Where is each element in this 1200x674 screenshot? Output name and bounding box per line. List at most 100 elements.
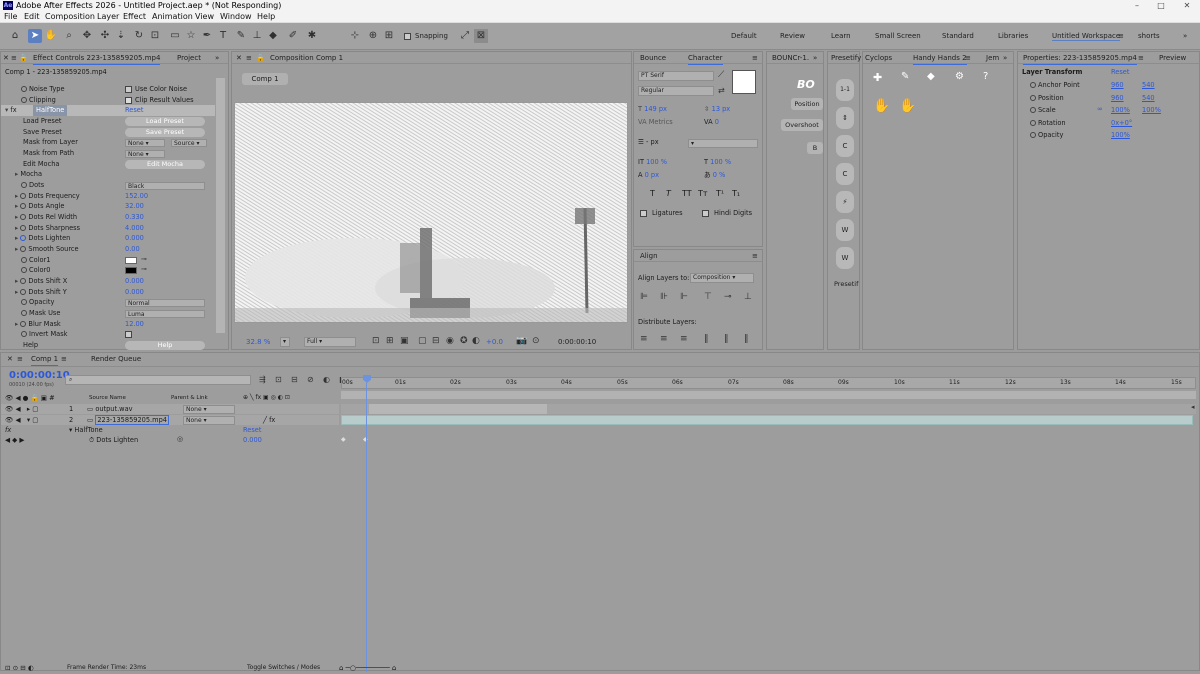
hand-tool-icon[interactable]: ✋ [44, 29, 58, 43]
layer-2-switches[interactable]: 👁 ◀ ▾ ▢ [5, 415, 38, 426]
layer-row-2[interactable] [1, 415, 339, 425]
stroke-mode-select[interactable]: ▾ [688, 139, 758, 148]
timeline-menu-icon[interactable]: ≡ [61, 353, 67, 365]
workspace-standard[interactable]: Standard [942, 32, 974, 40]
small-caps-button[interactable]: Tт [698, 189, 708, 200]
minimize-icon[interactable]: – [1126, 0, 1148, 11]
expression-link-icon[interactable]: ◎ [177, 435, 183, 443]
blur-mask-value[interactable]: 12.00 [125, 319, 144, 330]
use-color-noise-checkbox[interactable] [125, 86, 132, 93]
tab-render-queue[interactable]: Render Queue [91, 353, 141, 365]
tab-properties[interactable]: Properties: 223-135859205.mp4 [1023, 52, 1137, 65]
tab-bouncr[interactable]: BOUNCr-1. [772, 52, 809, 64]
invert-mask-checkbox[interactable] [125, 331, 132, 338]
distribute-bottom-icon[interactable]: ≡ [680, 334, 688, 344]
preset-button-1[interactable]: 1-1 [836, 79, 854, 101]
anchor-x-value[interactable]: 960 [1111, 80, 1124, 91]
menu-layer[interactable]: Layer [97, 11, 119, 23]
dots-select[interactable]: Black [125, 182, 205, 190]
region-icon[interactable]: ⊡ [372, 336, 380, 346]
eraser-tool-icon[interactable]: ◆ [266, 29, 280, 43]
timeline-lock-icon[interactable]: ≡ [17, 353, 23, 365]
composition-viewer[interactable] [234, 102, 628, 323]
opacity-value[interactable]: 100% [1111, 130, 1130, 141]
brush-icon[interactable]: ✎ [901, 71, 909, 82]
pen-tool-icon[interactable]: ✒ [200, 29, 214, 43]
hand-preset-1-icon[interactable]: ✋ [873, 98, 890, 114]
align-to-select[interactable]: Composition ▾ [690, 273, 754, 283]
tab-handy-hands[interactable]: Handy Hands 2 [913, 52, 967, 65]
clone-stamp-icon[interactable]: ⊥ [250, 29, 264, 43]
workspace-review[interactable]: Review [780, 32, 805, 40]
align-right-icon[interactable]: ⊩ [680, 292, 688, 302]
tab-composition[interactable]: Composition Comp 1 [270, 52, 343, 64]
channel-icon[interactable]: ◉ [446, 336, 454, 346]
tab-effect-controls[interactable]: Effect Controls 223-135859205.mp4 [33, 52, 161, 65]
timeline-timecode[interactable]: 0:00:00:10 [9, 370, 70, 381]
character-menu-icon[interactable]: ≡ [752, 52, 758, 64]
subscript-button[interactable]: T₁ [732, 189, 740, 200]
keyframe-start-icon[interactable]: ◆ [341, 436, 346, 443]
layer-1-switches[interactable]: 👁 ◀ ▸ ▢ [5, 404, 38, 415]
exposure-icon[interactable]: ◐ [472, 336, 480, 346]
tab-cyclops[interactable]: Cyclops [865, 52, 892, 64]
guides-icon[interactable]: ⊟ [432, 336, 440, 346]
close-timeline-icon[interactable]: ✕ [7, 353, 13, 365]
bouncr-overflow-icon[interactable]: » [813, 52, 817, 64]
view-layout-icon[interactable]: ▢ [418, 336, 427, 346]
workspace-default[interactable]: Default [731, 32, 757, 40]
mask-layer-select[interactable]: None ▾ [125, 139, 165, 147]
workspace-learn[interactable]: Learn [831, 32, 851, 40]
hand-preset-2-icon[interactable]: ✋ [899, 98, 916, 114]
distribute-hcenter-icon[interactable]: ‖ [724, 334, 729, 344]
align-bottom-icon[interactable]: ⊥ [744, 292, 752, 302]
preset-button-2[interactable]: ⇕ [836, 107, 854, 129]
timeline-effect-reset[interactable]: Reset [243, 425, 261, 436]
ligatures-checkbox[interactable] [640, 210, 647, 217]
font-style-select[interactable]: Regular [638, 86, 714, 96]
zoom-tool-icon[interactable]: ⌕ [62, 29, 76, 43]
preset-button-5[interactable]: ⚡ [836, 191, 854, 213]
tab-bounce[interactable]: Bounce [640, 52, 666, 64]
align-menu-icon[interactable]: ≡ [752, 250, 758, 262]
world-axis-icon[interactable]: ⊕ [366, 29, 380, 43]
comp-lock-icon[interactable]: 🔒 [256, 52, 265, 64]
tab-comp-1[interactable]: Comp 1 [31, 353, 59, 366]
scale-y-value[interactable]: 100% [1142, 105, 1161, 116]
mask-path-select[interactable]: None ▾ [125, 150, 165, 158]
maximize-icon[interactable]: □ [1150, 0, 1172, 11]
shy-icon[interactable]: ⊟ [291, 375, 298, 384]
zoom-slider[interactable]: ⌂ ─○──────── ⌂ [339, 663, 396, 674]
layer-2-name[interactable]: ▭ 223-135859205.mp4 [87, 415, 169, 426]
fill-color-swatch[interactable] [732, 70, 756, 94]
layer-row-1[interactable] [1, 404, 339, 414]
opacity-mode-select[interactable]: Normal [125, 299, 205, 307]
snapshot-icon[interactable]: 📷 [516, 336, 527, 346]
tab-project[interactable]: Project [177, 52, 201, 64]
preset-button-4[interactable]: C [836, 163, 854, 185]
panel-overflow-icon[interactable]: » [215, 52, 219, 64]
mask-use-select[interactable]: Luma [125, 310, 205, 318]
selection-tool-icon[interactable]: ➤ [28, 29, 42, 43]
menu-window[interactable]: Window [220, 11, 252, 23]
layer-1-parent-select[interactable]: None ▾ [183, 405, 235, 414]
snapping-checkbox[interactable] [404, 33, 411, 40]
rectangle-tool-icon[interactable]: ▭ [168, 29, 182, 43]
align-vcenter-icon[interactable]: ⊸ [724, 292, 732, 302]
dots-lighten-value[interactable]: 0.000 [125, 233, 144, 244]
snap-grid-icon[interactable]: ⊠ [474, 29, 488, 43]
rotation-value[interactable]: 0x+0° [1111, 118, 1132, 129]
timeline-search-input[interactable]: ⌕ [65, 375, 251, 385]
effect-reset-link[interactable]: Reset [125, 105, 143, 116]
anchor-y-value[interactable]: 540 [1142, 80, 1155, 91]
pan-tool-icon[interactable]: ✣ [98, 29, 112, 43]
distribute-left-icon[interactable]: ‖ [704, 334, 709, 344]
layer-2-parent-select[interactable]: None ▾ [183, 416, 235, 425]
close-comp-icon[interactable]: ✕ [236, 52, 242, 64]
exposure-value[interactable]: +0.0 [486, 338, 503, 346]
comp-mini-flowchart-icon[interactable]: ⇶ [259, 375, 266, 384]
tab-jem[interactable]: Jem [986, 52, 999, 64]
faux-italic-button[interactable]: T [666, 189, 671, 200]
dots-shift-x-value[interactable]: 0.000 [125, 276, 144, 287]
scrollbar[interactable] [216, 78, 225, 333]
